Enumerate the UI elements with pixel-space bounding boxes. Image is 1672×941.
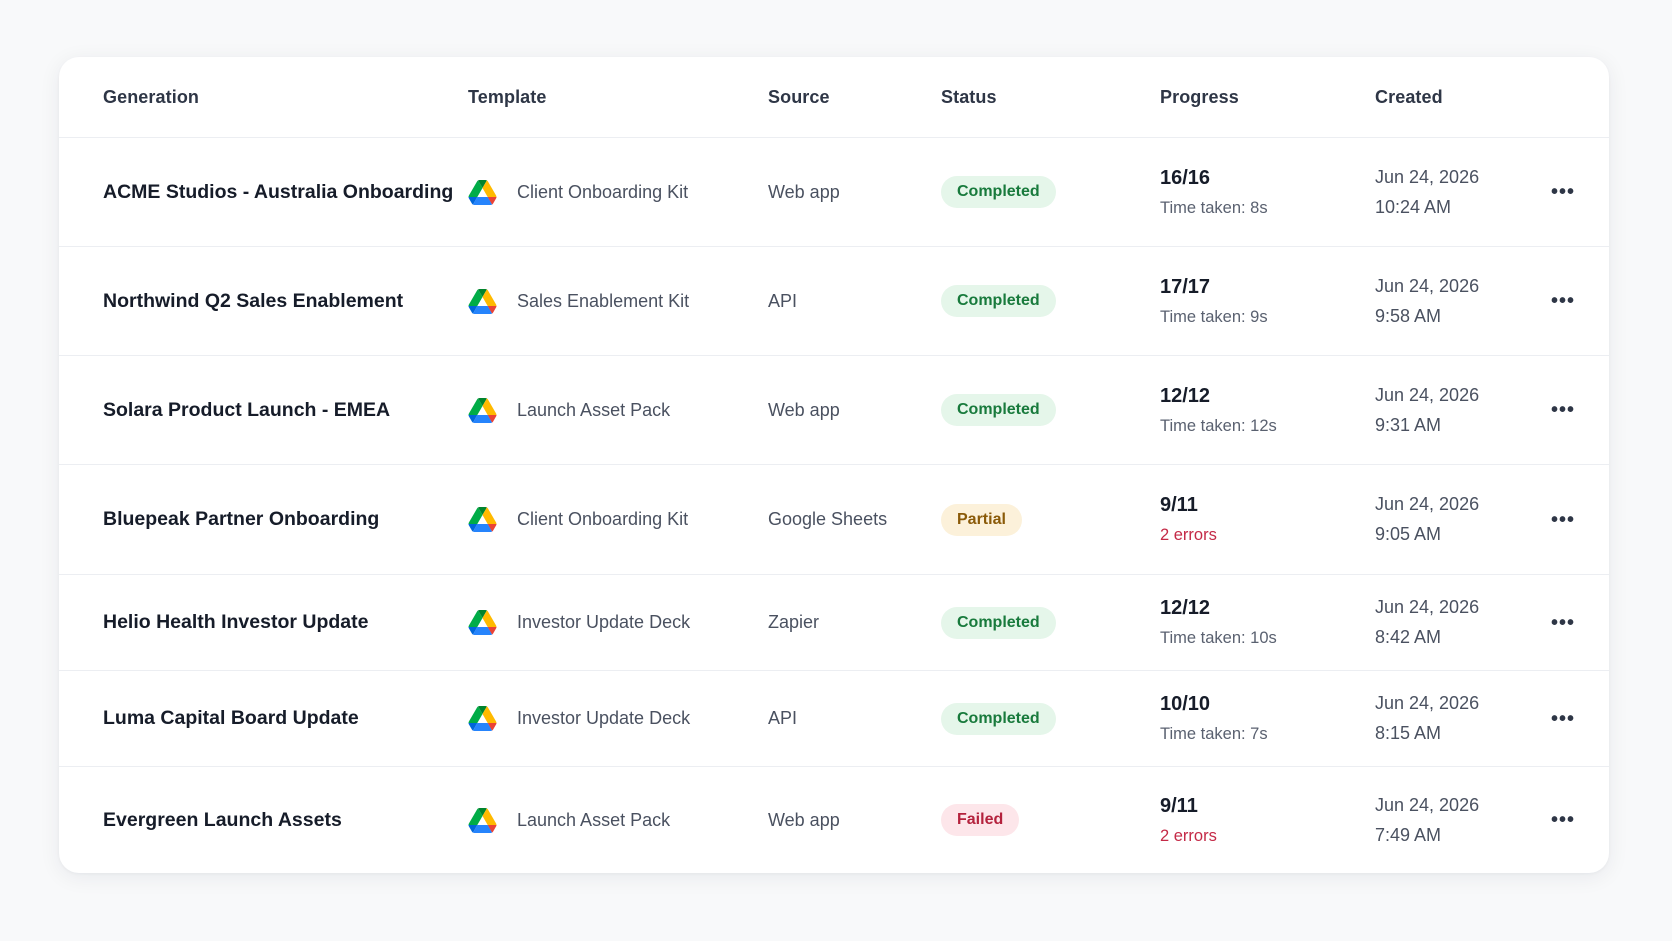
- column-header-created[interactable]: Created: [1375, 87, 1443, 108]
- status-badge: Completed: [941, 702, 1056, 735]
- generation-name[interactable]: Luma Capital Board Update: [103, 707, 359, 730]
- created-time: 9:31 AM: [1375, 414, 1442, 435]
- created-time: 9:58 AM: [1375, 305, 1442, 326]
- status-badge: Partial: [941, 503, 1022, 536]
- source-label: API: [768, 708, 798, 728]
- created-date: Jun 24, 2026: [1375, 166, 1480, 187]
- source-label: Web app: [768, 809, 840, 830]
- created-date: Jun 24, 2026: [1375, 494, 1480, 514]
- created-time: 8:42 AM: [1375, 627, 1442, 647]
- source-label: Web app: [768, 181, 840, 202]
- more-options-icon[interactable]: •••: [1551, 613, 1575, 633]
- table-row[interactable]: Evergreen Launch Assets Launch Asset Pac…: [59, 767, 1609, 873]
- generation-name[interactable]: Helio Health Investor Update: [103, 611, 368, 634]
- status-badge: Failed: [941, 804, 1020, 836]
- progress-detail: Time taken: 12s: [1160, 416, 1277, 435]
- table-header: Generation Template Source Status Progre…: [59, 57, 1609, 138]
- column-header-generation[interactable]: Generation: [103, 87, 199, 108]
- generation-name[interactable]: Solara Product Launch - EMEA: [103, 399, 390, 422]
- more-options-icon[interactable]: •••: [1551, 709, 1575, 729]
- template-name[interactable]: Client Onboarding Kit: [517, 182, 688, 203]
- progress-count: 16/16: [1160, 166, 1211, 189]
- created-time: 7:49 AM: [1375, 824, 1442, 845]
- template-name[interactable]: Sales Enablement Kit: [517, 291, 689, 312]
- status-badge: Completed: [941, 176, 1056, 208]
- table-row[interactable]: Helio Health Investor Update Investor Up…: [59, 575, 1609, 671]
- column-header-template[interactable]: Template: [468, 87, 547, 108]
- generation-name[interactable]: Evergreen Launch Assets: [103, 809, 342, 832]
- more-options-icon[interactable]: •••: [1551, 182, 1575, 202]
- google-drive-icon: [468, 507, 497, 532]
- column-header-progress[interactable]: Progress: [1160, 87, 1239, 108]
- progress-detail: Time taken: 10s: [1160, 629, 1277, 647]
- template-name[interactable]: Client Onboarding Kit: [517, 509, 688, 530]
- created-date: Jun 24, 2026: [1375, 275, 1480, 296]
- progress-count: 10/10: [1160, 693, 1211, 715]
- template-name[interactable]: Investor Update Deck: [517, 612, 690, 633]
- google-drive-icon: [468, 288, 497, 314]
- more-options-icon[interactable]: •••: [1551, 291, 1575, 311]
- table-row[interactable]: Luma Capital Board Update Investor Updat…: [59, 671, 1609, 767]
- source-label: Zapier: [768, 612, 820, 632]
- progress-count: 9/11: [1160, 494, 1198, 516]
- google-drive-icon: [468, 610, 497, 635]
- status-badge: Completed: [941, 285, 1056, 317]
- created-date: Jun 24, 2026: [1375, 794, 1480, 815]
- progress-detail: 2 errors: [1160, 826, 1217, 845]
- created-time: 10:24 AM: [1375, 196, 1452, 217]
- created-date: Jun 24, 2026: [1375, 384, 1480, 405]
- source-label: API: [768, 290, 798, 311]
- created-time: 8:15 AM: [1375, 723, 1442, 743]
- generation-name[interactable]: Bluepeak Partner Onboarding: [103, 508, 379, 531]
- progress-count: 9/11: [1160, 794, 1198, 817]
- google-drive-icon: [468, 706, 497, 731]
- status-badge: Completed: [941, 394, 1056, 426]
- generation-name[interactable]: Northwind Q2 Sales Enablement: [103, 290, 403, 313]
- progress-detail: Time taken: 7s: [1160, 725, 1268, 743]
- column-header-status[interactable]: Status: [941, 87, 997, 108]
- status-badge: Completed: [941, 606, 1056, 639]
- table-row[interactable]: Solara Product Launch - EMEA Launch Asse…: [59, 356, 1609, 465]
- more-options-icon[interactable]: •••: [1551, 810, 1575, 830]
- google-drive-icon: [468, 807, 497, 833]
- generation-name[interactable]: ACME Studios - Australia Onboarding: [103, 181, 453, 204]
- template-name[interactable]: Launch Asset Pack: [517, 400, 670, 421]
- progress-detail: Time taken: 8s: [1160, 198, 1268, 217]
- generations-table: Generation Template Source Status Progre…: [59, 57, 1609, 873]
- more-options-icon[interactable]: •••: [1551, 510, 1575, 530]
- more-options-icon[interactable]: •••: [1551, 400, 1575, 420]
- progress-count: 17/17: [1160, 275, 1211, 298]
- created-date: Jun 24, 2026: [1375, 597, 1480, 617]
- progress-detail: Time taken: 9s: [1160, 307, 1268, 326]
- table-row[interactable]: Northwind Q2 Sales Enablement Sales Enab…: [59, 247, 1609, 356]
- google-drive-icon: [468, 397, 497, 423]
- template-name[interactable]: Launch Asset Pack: [517, 810, 670, 831]
- source-label: Google Sheets: [768, 509, 888, 529]
- progress-detail: 2 errors: [1160, 526, 1217, 544]
- progress-count: 12/12: [1160, 384, 1211, 407]
- table-row[interactable]: Bluepeak Partner Onboarding Client Onboa…: [59, 465, 1609, 575]
- template-name[interactable]: Investor Update Deck: [517, 708, 690, 729]
- google-drive-icon: [468, 179, 497, 205]
- source-label: Web app: [768, 399, 840, 420]
- created-time: 9:05 AM: [1375, 524, 1442, 544]
- created-date: Jun 24, 2026: [1375, 693, 1480, 713]
- column-header-source[interactable]: Source: [768, 87, 830, 108]
- table-row[interactable]: ACME Studios - Australia Onboarding Clie…: [59, 138, 1609, 247]
- progress-count: 12/12: [1160, 597, 1211, 619]
